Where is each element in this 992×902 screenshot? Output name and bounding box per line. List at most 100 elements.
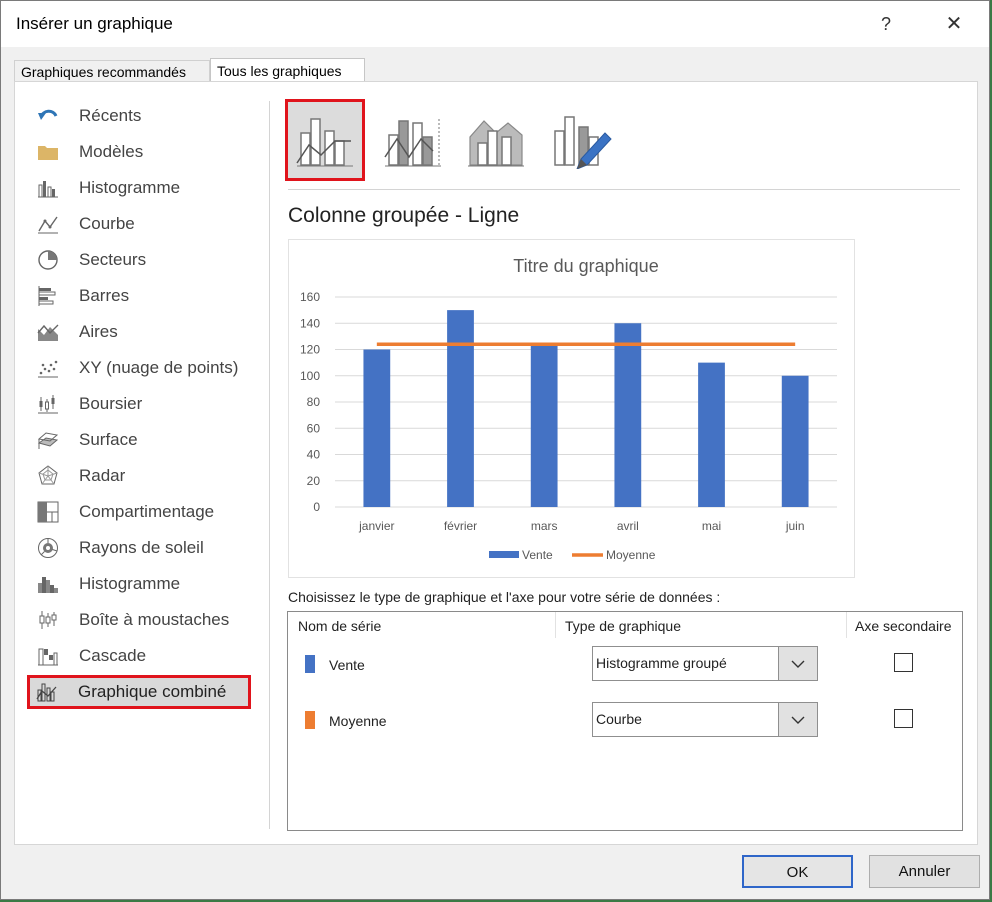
combo-chart-icon xyxy=(36,683,57,702)
sidebar-item-histogram-chart[interactable]: Histogramme xyxy=(27,567,257,601)
chart-type-select-moyenne[interactable]: Courbe xyxy=(592,702,818,737)
sunburst-chart-icon xyxy=(38,538,58,558)
series-name-moyenne: Moyenne xyxy=(329,713,387,729)
stock-chart-icon xyxy=(38,395,58,414)
subtype-stacked-area-column[interactable] xyxy=(456,99,536,181)
pie-chart-icon xyxy=(38,250,58,270)
radar-chart-icon xyxy=(38,465,58,485)
column-separator xyxy=(846,612,847,638)
bar-janvier xyxy=(363,349,391,507)
legend-swatch-vente xyxy=(489,551,519,558)
series-instruction: Choisissez le type de graphique et l'axe… xyxy=(288,589,721,605)
chart-type-value: Courbe xyxy=(596,711,642,727)
folder-icon xyxy=(38,146,58,160)
subtype-clustered-column-line[interactable] xyxy=(285,99,365,181)
bar-chart-icon xyxy=(38,286,56,306)
series-color-swatch-moyenne xyxy=(305,711,315,729)
y-tick-label: 80 xyxy=(307,395,321,409)
area-chart-icon xyxy=(37,324,59,341)
help-button[interactable]: ? xyxy=(871,9,901,39)
box-whisker-chart-icon xyxy=(39,611,57,629)
sidebar-item-combo-chart[interactable]: Graphique combiné xyxy=(27,675,251,709)
sidebar-item-folder[interactable]: Modèles xyxy=(27,135,257,169)
sidebar-item-line-chart[interactable]: Courbe xyxy=(27,207,257,241)
sidebar-item-treemap-chart[interactable]: Compartimentage xyxy=(27,495,257,529)
header-chart-type: Type de graphique xyxy=(565,618,681,634)
y-tick-label: 0 xyxy=(313,500,320,514)
sidebar-item-stock-chart[interactable]: Boursier xyxy=(27,387,257,421)
line-chart-icon xyxy=(38,216,58,234)
bar-mars xyxy=(530,342,558,507)
tab-all-charts[interactable]: Tous les graphiques xyxy=(210,58,365,83)
series-name-vente: Vente xyxy=(329,657,365,673)
header-secondary-axis: Axe secondaire xyxy=(855,618,952,634)
title-bar: Insérer un graphique ? ✕ xyxy=(1,1,989,47)
y-tick-label: 20 xyxy=(307,474,321,488)
legend-label-moyenne: Moyenne xyxy=(606,548,656,562)
sidebar-item-label: Cascade xyxy=(79,646,147,665)
sidebar-item-radar-chart[interactable]: Radar xyxy=(27,459,257,493)
x-tick-label: mars xyxy=(531,519,558,533)
sidebar-item-label: Courbe xyxy=(79,214,135,233)
subtype-clustered-column-line-secondary[interactable] xyxy=(373,99,453,181)
sidebar-item-label: Boursier xyxy=(79,394,143,413)
close-button[interactable]: ✕ xyxy=(937,9,971,39)
treemap-chart-icon xyxy=(37,501,59,523)
secondary-axis-checkbox-moyenne[interactable] xyxy=(894,709,913,728)
sidebar-item-undo-arrow[interactable]: Récents xyxy=(27,99,257,133)
dialog-title: Insérer un graphique xyxy=(16,14,173,33)
sidebar-item-label: Modèles xyxy=(79,142,144,161)
y-tick-label: 140 xyxy=(300,316,320,330)
bar-février xyxy=(447,310,474,507)
area-column-icon xyxy=(468,120,524,167)
sidebar-item-pie-chart[interactable]: Secteurs xyxy=(27,243,257,277)
dropdown-button[interactable] xyxy=(778,647,817,680)
sidebar-divider xyxy=(269,101,270,829)
sidebar-item-surface-chart[interactable]: Surface xyxy=(27,423,257,457)
chart-type-select-vente[interactable]: Histogramme groupé xyxy=(592,646,818,681)
sidebar-item-box-whisker-chart[interactable]: Boîte à moustaches xyxy=(27,603,257,637)
x-tick-label: mai xyxy=(702,519,721,533)
sidebar-item-column-chart[interactable]: Histogramme xyxy=(27,171,257,205)
chevron-down-icon xyxy=(791,716,805,724)
sidebar-item-bar-chart[interactable]: Barres xyxy=(27,279,257,313)
sidebar-item-sunburst-chart[interactable]: Rayons de soleil xyxy=(27,531,257,565)
y-tick-label: 120 xyxy=(300,343,320,357)
y-tick-label: 160 xyxy=(300,290,320,304)
chart-title: Titre du graphique xyxy=(513,256,658,276)
column-line-secondary-axis-icon xyxy=(384,119,441,167)
x-tick-label: juin xyxy=(785,519,805,533)
column-chart-icon xyxy=(38,181,58,198)
sidebar-item-label: Histogramme xyxy=(79,178,181,197)
column-separator xyxy=(555,612,556,638)
sidebar-item-label: Barres xyxy=(79,286,130,305)
bar-juin xyxy=(781,375,809,507)
chart-preview: Titre du graphique 0 20 40 60 80 100 120 140 160 j… xyxy=(288,239,855,578)
series-color-swatch-vente xyxy=(305,655,315,673)
y-tick-label: 100 xyxy=(300,369,320,383)
subtype-title: Colonne groupée - Ligne xyxy=(288,204,520,227)
chevron-down-icon xyxy=(791,660,805,668)
sidebar-item-label: Histogramme xyxy=(79,574,181,593)
legend-label-vente: Vente xyxy=(522,548,553,562)
sidebar-item-label: Rayons de soleil xyxy=(79,538,204,557)
sidebar-item-scatter-chart[interactable]: XY (nuage de points) xyxy=(27,351,257,385)
sidebar-item-area-chart[interactable]: Aires xyxy=(27,315,257,349)
secondary-axis-checkbox-vente[interactable] xyxy=(894,653,913,672)
cancel-button[interactable]: Annuler xyxy=(869,855,980,888)
undo-arrow-icon xyxy=(38,109,58,120)
series-table: Nom de série Type de graphique Axe secon… xyxy=(287,611,963,831)
x-tick-label: janvier xyxy=(358,519,394,533)
scatter-chart-icon xyxy=(38,360,58,378)
histogram-chart-icon xyxy=(38,577,58,593)
sidebar-item-label: Radar xyxy=(79,466,126,485)
sidebar-item-label: Surface xyxy=(79,430,138,449)
tab-recommended-charts[interactable]: Graphiques recommandés xyxy=(14,60,210,82)
dropdown-button[interactable] xyxy=(778,703,817,736)
x-tick-label: avril xyxy=(617,519,639,533)
subtype-custom-combination[interactable] xyxy=(541,99,621,181)
sidebar-item-label: Aires xyxy=(79,322,118,341)
ok-button[interactable]: OK xyxy=(742,855,853,888)
chart-type-value: Histogramme groupé xyxy=(596,655,727,671)
sidebar-item-waterfall-chart[interactable]: Cascade xyxy=(27,639,257,673)
